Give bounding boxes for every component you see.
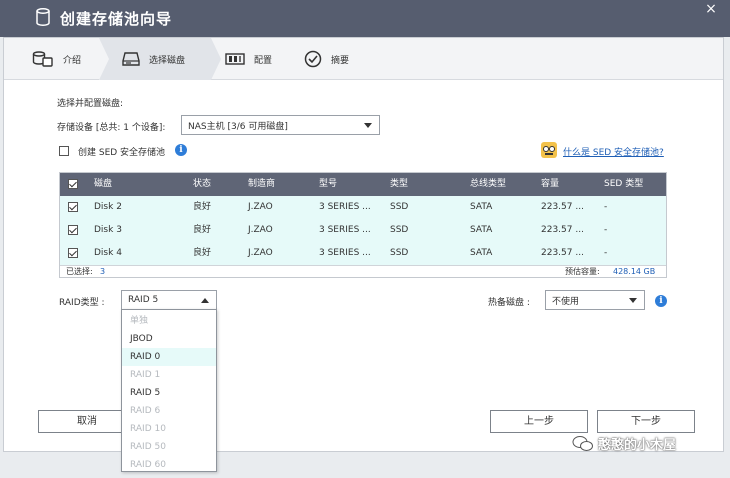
raid-type-label: RAID类型 : xyxy=(59,298,105,308)
capacity-cell: 223.57 ... xyxy=(541,202,584,212)
previous-button[interactable]: 上一步 xyxy=(490,410,588,433)
device-select[interactable]: NAS主机 [3/6 可用磁盘] xyxy=(181,115,380,135)
step-summary-label: 摘要 xyxy=(331,55,350,66)
disk-cell: Disk 4 xyxy=(94,248,122,258)
bus-cell: SATA xyxy=(470,248,493,258)
vendor-cell: J.ZAO xyxy=(248,202,273,212)
wechat-icon xyxy=(572,435,593,451)
raid-option-raid60: RAID 60 xyxy=(130,460,166,470)
check-circle-icon xyxy=(304,50,322,68)
column-header[interactable]: 状态 xyxy=(193,173,211,196)
bus-cell: SATA xyxy=(470,225,493,235)
status-cell: 良好 xyxy=(193,202,212,212)
section-title: 选择并配置磁盘: xyxy=(57,99,124,109)
model-cell: 3 SERIES ... xyxy=(319,248,371,258)
step-config: 配置 xyxy=(211,38,296,80)
table-footer: 已选择: 3 预估容量: 428.14 GB xyxy=(60,265,666,277)
chevron-up-icon xyxy=(201,298,209,303)
step-intro: 介绍 xyxy=(4,38,99,80)
raid-option-raid50: RAID 50 xyxy=(130,442,166,452)
column-header[interactable]: 磁盘 xyxy=(94,173,112,196)
disk-cell: Disk 3 xyxy=(94,225,122,235)
estimated-capacity-value: 428.14 GB xyxy=(613,267,656,276)
storage-pool-icon xyxy=(32,51,53,67)
disk-cell: Disk 2 xyxy=(94,202,122,212)
raid-option-raid10: RAID 10 xyxy=(130,424,166,434)
raid-option-raid0[interactable]: RAID 0 xyxy=(122,348,216,366)
sed-help-link[interactable]: 什么是 SED 安全存储池? xyxy=(563,145,664,158)
next-button[interactable]: 下一步 xyxy=(597,410,695,433)
close-icon[interactable]: × xyxy=(703,1,719,17)
raid-option-single: 单独 xyxy=(130,316,149,326)
step-intro-label: 介绍 xyxy=(63,55,82,66)
row-checkbox[interactable] xyxy=(68,248,78,258)
hot-spare-label: 热备磁盘 : xyxy=(488,298,530,308)
watermark: 憨憨的小木屋 xyxy=(572,434,676,453)
raid-option-raid5[interactable]: RAID 5 xyxy=(122,384,216,402)
sed-cell: - xyxy=(604,225,608,235)
type-cell: SSD xyxy=(390,248,409,258)
info-icon[interactable]: i xyxy=(175,144,187,156)
sed-cell: - xyxy=(604,248,608,258)
row-checkbox[interactable] xyxy=(68,202,78,212)
model-cell: 3 SERIES ... xyxy=(319,202,371,212)
capacity-cell: 223.57 ... xyxy=(541,225,584,235)
column-header[interactable]: 容量 xyxy=(541,173,559,196)
window-title: 创建存储池向导 xyxy=(60,10,173,28)
info-icon[interactable]: i xyxy=(655,295,667,307)
column-header[interactable]: 型号 xyxy=(319,173,337,196)
step-config-label: 配置 xyxy=(254,55,273,66)
bus-cell: SATA xyxy=(470,202,493,212)
table-row[interactable]: Disk 2 良好 J.ZAO 3 SERIES ... SSD SATA 22… xyxy=(60,196,666,219)
disk-drive-icon xyxy=(122,52,140,66)
step-divider xyxy=(211,38,221,80)
raid-config-icon xyxy=(225,53,245,65)
model-cell: 3 SERIES ... xyxy=(319,225,371,235)
selected-label: 已选择: xyxy=(66,267,93,276)
chevron-down-icon xyxy=(364,123,372,128)
database-icon xyxy=(36,8,50,26)
raid-option-raid1: RAID 1 xyxy=(130,370,161,380)
vendor-cell: J.ZAO xyxy=(248,225,273,235)
step-select-disks-label: 选择磁盘 xyxy=(149,55,186,66)
capacity-cell: 223.57 ... xyxy=(541,248,584,258)
device-select-value: NAS主机 [3/6 可用磁盘] xyxy=(188,121,288,132)
raid-option-raid6: RAID 6 xyxy=(130,406,161,416)
wizard-steps: 介绍 选择磁盘 配置 摘要 xyxy=(4,38,723,80)
step-select-disks: 选择磁盘 xyxy=(99,38,211,80)
step-summary: 摘要 xyxy=(304,38,394,80)
hot-spare-value: 不使用 xyxy=(552,296,580,307)
selected-count: 3 xyxy=(100,267,106,276)
raid-type-dropdown: 单独 JBOD RAID 0 RAID 1 RAID 5 RAID 6 RAID… xyxy=(121,309,217,472)
chevron-down-icon xyxy=(629,298,637,303)
disk-table: 磁盘 状态 制造商 型号 类型 总线类型 容量 SED 类型 Disk 2 良好… xyxy=(59,172,667,278)
select-all-checkbox[interactable] xyxy=(68,179,78,189)
sed-checkbox-label: 创建 SED 安全存储池 xyxy=(78,148,166,158)
hot-spare-select[interactable]: 不使用 xyxy=(545,290,645,310)
table-row[interactable]: Disk 4 良好 J.ZAO 3 SERIES ... SSD SATA 22… xyxy=(60,242,666,265)
raid-type-value: RAID 5 xyxy=(128,295,159,305)
column-header[interactable]: 总线类型 xyxy=(470,173,506,196)
vendor-cell: J.ZAO xyxy=(248,248,273,258)
watermark-text: 憨憨的小木屋 xyxy=(598,438,677,453)
column-header[interactable]: SED 类型 xyxy=(604,173,643,196)
raid-option-jbod[interactable]: JBOD xyxy=(122,330,216,348)
status-cell: 良好 xyxy=(193,225,212,235)
row-checkbox[interactable] xyxy=(68,225,78,235)
status-cell: 良好 xyxy=(193,248,212,258)
sed-checkbox[interactable] xyxy=(59,146,69,156)
sed-cell: - xyxy=(604,202,608,212)
table-row[interactable]: Disk 3 良好 J.ZAO 3 SERIES ... SSD SATA 22… xyxy=(60,219,666,242)
step-divider xyxy=(99,38,109,80)
table-header: 磁盘 状态 制造商 型号 类型 总线类型 容量 SED 类型 xyxy=(60,173,666,196)
column-header[interactable]: 制造商 xyxy=(248,173,275,196)
estimated-capacity-label: 预估容量: xyxy=(565,267,600,276)
window-titlebar: 创建存储池向导 × xyxy=(0,0,730,37)
type-cell: SSD xyxy=(390,225,409,235)
type-cell: SSD xyxy=(390,202,409,212)
column-header[interactable]: 类型 xyxy=(390,173,408,196)
helper-mascot-icon xyxy=(541,142,557,158)
device-label: 存储设备 [总共: 1 个设备]: xyxy=(57,123,166,133)
raid-type-select[interactable]: RAID 5 xyxy=(121,290,217,310)
